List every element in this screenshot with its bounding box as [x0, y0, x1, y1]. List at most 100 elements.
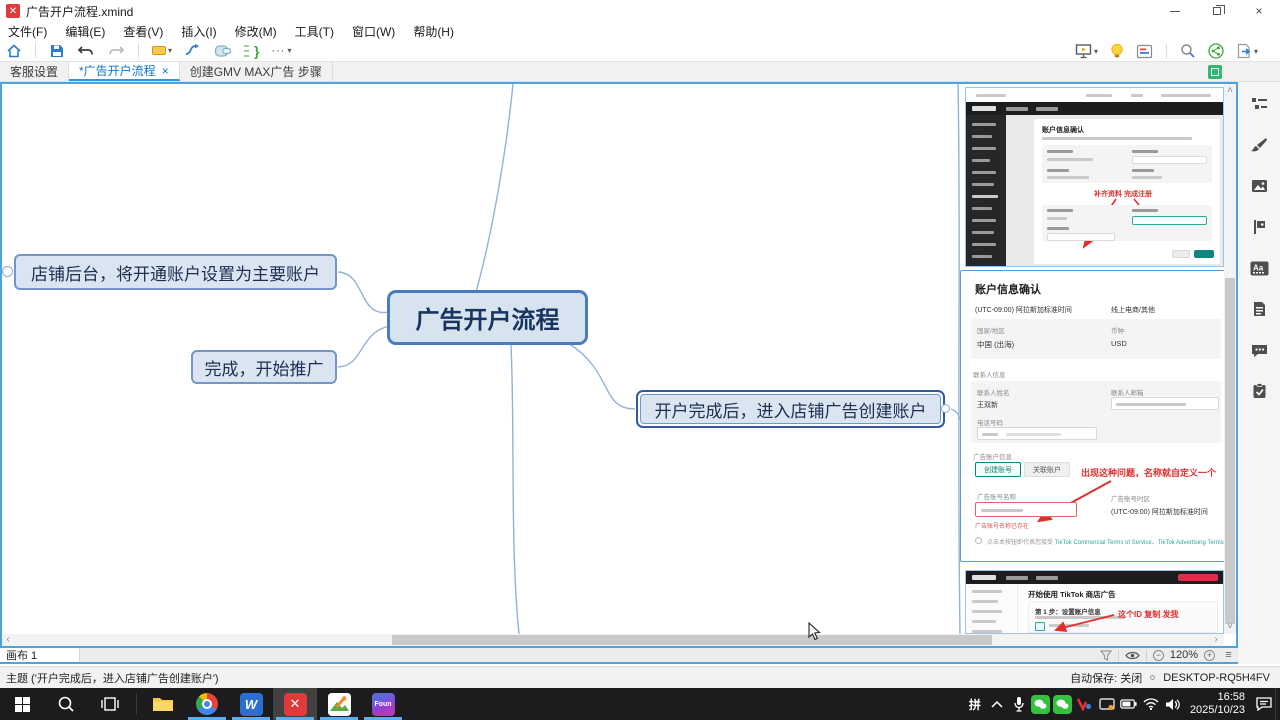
chevron-up-icon [991, 700, 1003, 708]
battery-tray-button[interactable] [1118, 699, 1140, 709]
scroll-right-icon[interactable]: › [1210, 634, 1222, 646]
action-center-button[interactable] [1253, 697, 1275, 711]
microphone-tray-button[interactable] [1008, 696, 1030, 712]
attachment-image-account-confirm-1[interactable]: 账户信息确认 补齐资料 完成注册 [965, 87, 1224, 267]
boundary-button[interactable] [208, 41, 238, 61]
xmind-taskbar-button[interactable]: ✕ [273, 688, 317, 720]
tab-ad-account-flow[interactable]: *广告开户流程 × [69, 62, 180, 81]
start-button[interactable] [0, 688, 44, 720]
vertical-scrollbar[interactable]: ˄ ˅ [1224, 84, 1236, 634]
mouse-cursor [808, 622, 821, 641]
scroll-up-icon[interactable]: ˄ [1224, 85, 1236, 97]
lightbulb-icon [1110, 43, 1124, 60]
topic-shop-backend[interactable]: 店铺后台，将开通账户设置为主要账户 [14, 254, 337, 290]
tab-close-icon[interactable]: × [162, 64, 169, 78]
screen-share-tray-button[interactable] [1096, 698, 1118, 711]
presentation-button[interactable]: ▾ [1069, 41, 1104, 61]
more-tools-button[interactable]: ··· ▾ [265, 41, 297, 61]
caret-down-icon: ▾ [1094, 47, 1098, 56]
font-panel-button[interactable]: Aa [1249, 258, 1269, 278]
collapse-handle[interactable] [941, 404, 950, 413]
home-button[interactable] [0, 41, 28, 61]
wechat-tray-button-1[interactable] [1030, 695, 1052, 714]
file-explorer-button[interactable] [141, 688, 185, 720]
scroll-down-icon[interactable]: ˅ [1224, 621, 1236, 633]
ime-indicator[interactable]: 拼 [964, 696, 986, 713]
idea-button[interactable] [1104, 41, 1130, 61]
menu-edit[interactable]: 编辑(E) [65, 23, 105, 40]
comments-panel-button[interactable] [1249, 340, 1269, 360]
ad-account-section-label: 广告账户信息 [973, 451, 1012, 461]
comment-icon [1251, 343, 1268, 358]
minimize-button[interactable] [1154, 0, 1196, 22]
zoom-in-button[interactable]: + [1204, 650, 1215, 661]
menu-file[interactable]: 文件(F) [8, 23, 47, 40]
task-panel-button[interactable] [1249, 381, 1269, 401]
menu-icon: ≡ [1225, 651, 1231, 660]
zoom-out-button[interactable]: − [1153, 650, 1164, 661]
horizontal-scroll-thumb[interactable] [392, 635, 992, 645]
taskbar-clock[interactable]: 16:58 2025/10/23 [1190, 691, 1245, 717]
menu-help[interactable]: 帮助(H) [413, 23, 454, 40]
volume-tray-button[interactable] [1162, 698, 1184, 711]
zoom-menu-button[interactable]: ≡ [1223, 650, 1234, 661]
notes-panel-button[interactable] [1249, 299, 1269, 319]
foun-app-button[interactable]: Foun [361, 688, 405, 720]
notes-button[interactable] [1130, 41, 1159, 61]
battery-icon [1120, 699, 1137, 709]
sheet-overview-button[interactable] [1208, 65, 1222, 79]
image-editor-button[interactable] [317, 688, 361, 720]
save-button[interactable] [43, 41, 71, 61]
horizontal-scrollbar[interactable]: ‹ › [2, 634, 1224, 646]
scroll-left-icon[interactable]: ‹ [2, 634, 14, 646]
currency-value: USD [1111, 339, 1127, 348]
expand-handle[interactable] [2, 266, 13, 277]
task-view-button[interactable] [88, 688, 132, 720]
chrome-button[interactable] [185, 688, 229, 720]
menu-view[interactable]: 查看(V) [123, 23, 163, 40]
image-panel-button[interactable] [1249, 176, 1269, 196]
red-v-tray-button[interactable] [1074, 697, 1096, 711]
wifi-tray-button[interactable] [1140, 698, 1162, 710]
menu-window[interactable]: 窗口(W) [352, 23, 395, 40]
eye-icon[interactable] [1125, 650, 1140, 661]
tab-label: 关联账户 [1033, 465, 1061, 475]
close-button[interactable]: × [1238, 0, 1280, 22]
tray-expand-button[interactable] [986, 700, 1008, 708]
blue-app-button[interactable]: W [229, 688, 273, 720]
redo-button[interactable] [101, 41, 131, 61]
topic-finish-promote[interactable]: 完成，开始推广 [191, 350, 337, 384]
filter-icon[interactable] [1100, 650, 1112, 661]
export-button[interactable]: ▾ [1230, 41, 1264, 61]
home-icon [6, 43, 22, 59]
menu-tools[interactable]: 工具(T) [295, 23, 334, 40]
attachment-image-account-confirm-2[interactable]: 账户信息确认 (UTC-09:00) 阿拉斯加标准时间 线上电商/其他 国家/地… [960, 270, 1234, 562]
attachment-image-shop-ads[interactable]: 开始使用 TikTok 商店广告 第 1 步：设置账户信息 这个ID 复制 发我 [965, 570, 1224, 634]
style-panel-button[interactable] [1249, 135, 1269, 155]
toolbar-separator [35, 43, 36, 58]
summary-button[interactable]: } [238, 41, 265, 61]
outline-panel-button[interactable] [1249, 94, 1269, 114]
relationship-button[interactable] [178, 41, 208, 61]
menu-modify[interactable]: 修改(M) [235, 23, 277, 40]
central-topic[interactable]: 广告开户流程 [387, 290, 588, 345]
show-desktop-button[interactable] [1275, 688, 1280, 720]
undo-button[interactable] [71, 41, 101, 61]
caret-down-icon: ▾ [168, 46, 172, 55]
image-editor-icon [328, 693, 351, 716]
menu-insert[interactable]: 插入(I) [181, 23, 216, 40]
boundary-icon [214, 44, 232, 58]
restore-button[interactable] [1196, 0, 1238, 22]
vertical-scroll-thumb[interactable] [1225, 278, 1235, 624]
share-button[interactable] [1202, 41, 1230, 61]
tab-gmv-max-steps[interactable]: 创建GMV MAX广告 步骤 [180, 62, 333, 81]
marker-panel-button[interactable] [1249, 217, 1269, 237]
sheet-tab-canvas1[interactable]: 画布 1 [0, 648, 80, 662]
mindmap-canvas[interactable]: 店铺后台，将开通账户设置为主要账户 完成，开始推广 广告开户流程 开户完成后，进… [0, 82, 1238, 648]
tab-customer-service[interactable]: 客服设置 [0, 62, 69, 81]
topic-open-account-selected[interactable]: 开户完成后，进入店铺广告创建账户 [636, 390, 945, 428]
wechat-tray-button-2[interactable] [1052, 695, 1074, 714]
taskbar-search-button[interactable] [44, 688, 88, 720]
topic-shape-button[interactable]: ▾ [146, 41, 178, 61]
search-button[interactable] [1174, 41, 1202, 61]
